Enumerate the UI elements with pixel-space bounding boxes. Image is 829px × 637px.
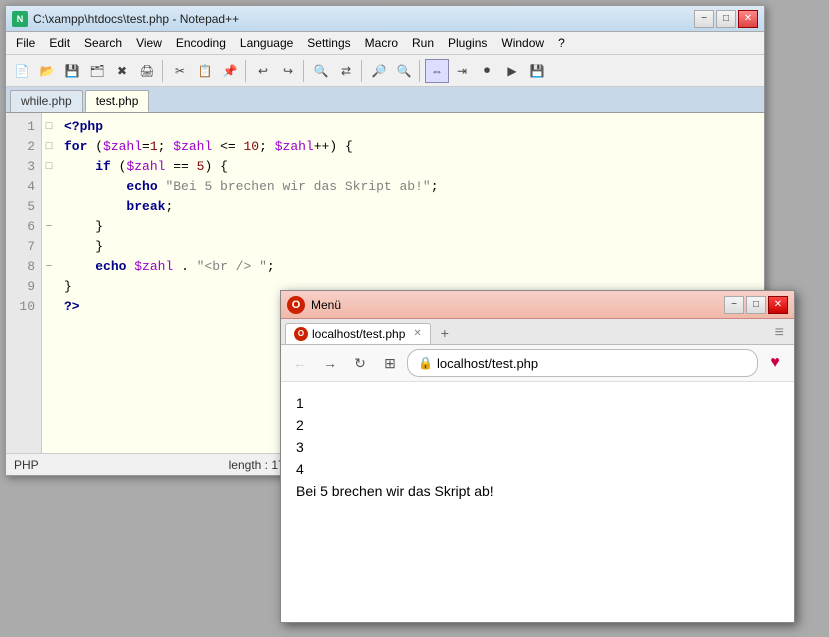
browser-maximize-btn[interactable]: □ [746,296,766,314]
heart-btn[interactable]: ♥ [762,350,788,376]
npp-tabs: while.php test.php [6,87,764,113]
browser-titlebar: O Menü − □ ✕ [281,291,794,319]
tb-sep4 [361,60,364,82]
tb-zoomin[interactable]: 🔎 [367,59,391,83]
browser-titlebar-btns: − □ ✕ [724,296,788,314]
browser-title: Menü [311,298,341,312]
nav-refresh-btn[interactable]: ↻ [347,350,373,376]
tab-while-php[interactable]: while.php [10,90,83,112]
menu-search[interactable]: Search [78,34,128,52]
menu-encoding[interactable]: Encoding [170,34,232,52]
browser-tab-test[interactable]: O localhost/test.php ✕ [285,323,431,344]
tb-print[interactable]: 🖨 [135,59,159,83]
browser-title-left: O Menü [287,296,341,314]
fold-markers: □ □ □ − − [42,113,56,453]
browser-window: O Menü − □ ✕ O localhost/test.php ✕ + ≡ … [280,290,795,623]
address-bar-container: 🔒 [407,349,758,377]
menu-language[interactable]: Language [234,34,299,52]
npp-close-btn[interactable]: ✕ [738,10,758,28]
menu-macro[interactable]: Macro [359,34,404,52]
tb-macro-rec[interactable]: ⏺ [475,59,499,83]
npp-maximize-btn[interactable]: □ [716,10,736,28]
tb-cut[interactable]: ✂ [168,59,192,83]
tb-paste[interactable]: 📌 [218,59,242,83]
browser-tab-close-btn[interactable]: ✕ [413,328,421,339]
menu-help[interactable]: ? [552,34,571,52]
output-line-3: 3 [296,436,779,458]
browser-tabbar: O localhost/test.php ✕ + ≡ [281,319,794,345]
output-line-2: 2 [296,414,779,436]
nav-grid-btn[interactable]: ⊞ [377,350,403,376]
npp-title: C:\xampp\htdocs\test.php - Notepad++ [33,12,239,26]
output-message: Bei 5 brechen wir das Skript ab! [296,480,779,502]
nav-forward-btn[interactable]: → [317,350,343,376]
tab-test-php[interactable]: test.php [85,90,150,112]
browser-new-tab-btn[interactable]: + [433,322,457,344]
tb-find[interactable]: 🔍 [309,59,333,83]
output-line-4: 4 [296,458,779,480]
npp-menubar: File Edit Search View Encoding Language … [6,32,764,55]
status-lang: PHP [14,458,39,472]
tb-saveall[interactable]: 🗂 [85,59,109,83]
address-lock-icon: 🔒 [418,356,433,370]
tb-save[interactable]: 💾 [60,59,84,83]
line-numbers: 1 2 3 4 5 6 7 8 9 10 [6,113,42,453]
tb-open[interactable]: 📂 [35,59,59,83]
npp-app-icon: N [12,11,28,27]
menu-settings[interactable]: Settings [301,34,356,52]
browser-tab-label: localhost/test.php [312,327,405,341]
tb-zoomout[interactable]: 🔍 [392,59,416,83]
tb-macro-play[interactable]: ▶ [500,59,524,83]
tb-sep5 [419,60,422,82]
menu-window[interactable]: Window [495,34,550,52]
npp-titlebar-left: N C:\xampp\htdocs\test.php - Notepad++ [12,11,239,27]
output-line-1: 1 [296,392,779,414]
opera-icon: O [287,296,305,314]
npp-toolbar: 📄 📂 💾 🗂 ✖ 🖨 ✂ 📋 📌 ↩ ↪ 🔍 ⇄ 🔎 🔍 ⇔ ⇥ ⏺ ▶ 💾 [6,55,764,87]
npp-titlebar-buttons: − □ ✕ [694,10,758,28]
tb-new[interactable]: 📄 [10,59,34,83]
tb-sep2 [245,60,248,82]
browser-stash-btn[interactable]: ≡ [769,324,790,342]
tb-replace[interactable]: ⇄ [334,59,358,83]
nav-back-btn[interactable]: ← [287,350,313,376]
menu-run[interactable]: Run [406,34,440,52]
browser-minimize-btn[interactable]: − [724,296,744,314]
address-bar-input[interactable] [437,356,747,371]
browser-tab-icon: O [294,327,308,341]
browser-toolbar: ← → ↻ ⊞ 🔒 ♥ [281,345,794,382]
menu-plugins[interactable]: Plugins [442,34,493,52]
tb-indent[interactable]: ⇥ [450,59,474,83]
tb-redo[interactable]: ↪ [276,59,300,83]
npp-titlebar: N C:\xampp\htdocs\test.php - Notepad++ −… [6,6,764,32]
tb-sep1 [162,60,165,82]
tb-macro-save[interactable]: 💾 [525,59,549,83]
browser-close-btn[interactable]: ✕ [768,296,788,314]
tb-undo[interactable]: ↩ [251,59,275,83]
menu-file[interactable]: File [10,34,41,52]
menu-view[interactable]: View [130,34,168,52]
npp-minimize-btn[interactable]: − [694,10,714,28]
browser-content: 1 2 3 4 Bei 5 brechen wir das Skript ab! [281,382,794,622]
tb-wrap[interactable]: ⇔ [425,59,449,83]
tb-close[interactable]: ✖ [110,59,134,83]
tb-copy[interactable]: 📋 [193,59,217,83]
tb-sep3 [303,60,306,82]
menu-edit[interactable]: Edit [43,34,76,52]
